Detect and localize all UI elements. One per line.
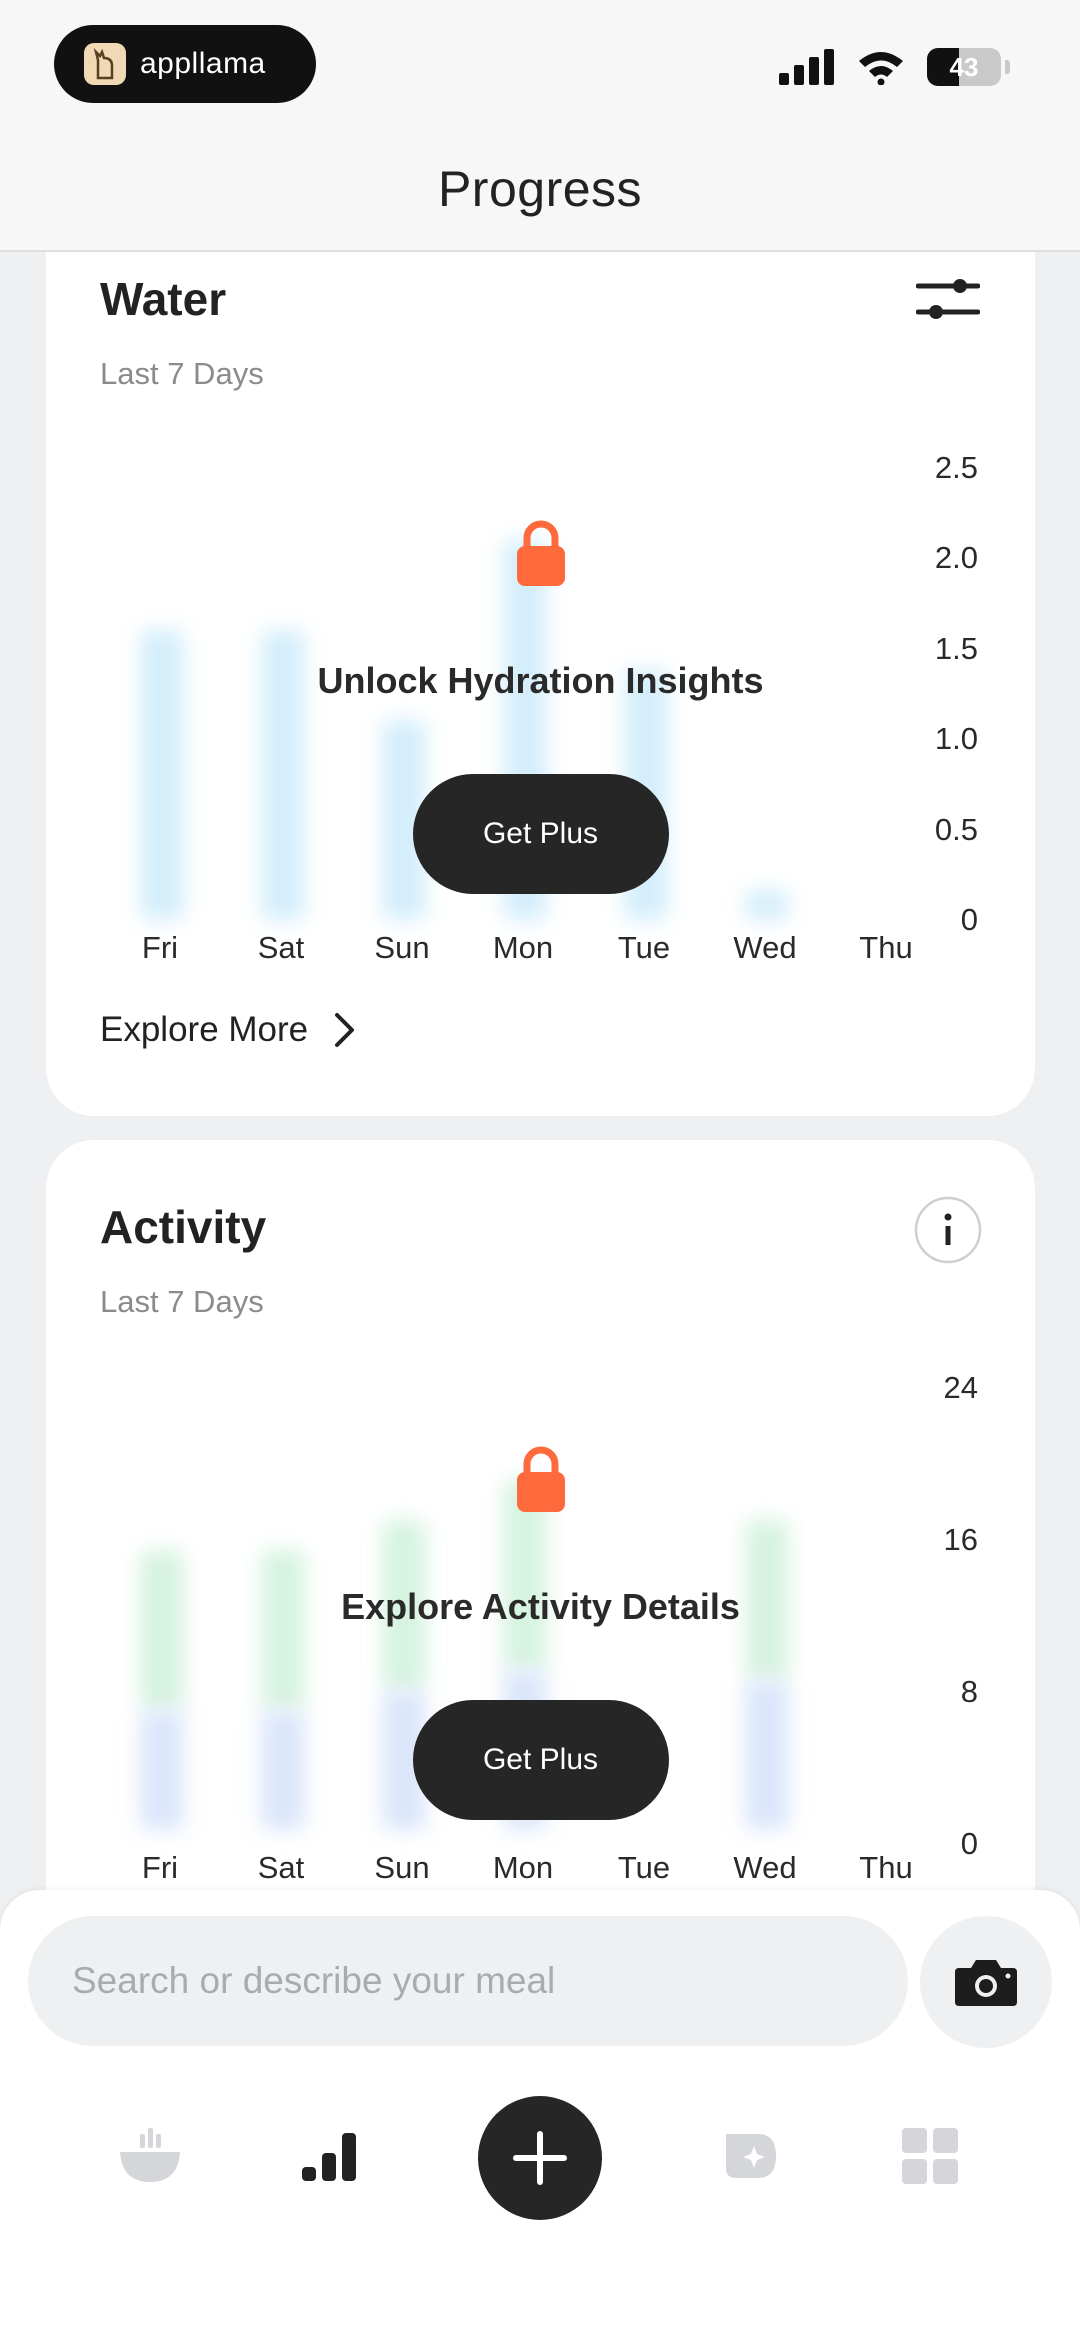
tab-more[interactable] <box>870 2096 990 2216</box>
llama-logo-icon <box>84 43 126 85</box>
water-bar <box>745 890 789 920</box>
lock-icon <box>515 518 567 593</box>
activity-subtitle: Last 7 Days <box>100 1284 264 1319</box>
meal-search-input[interactable]: Search or describe your meal <box>28 1916 908 2046</box>
x-tick: Mon <box>492 1850 554 1885</box>
page-title: Progress <box>437 161 643 217</box>
top-header: appllama 43 Progress <box>0 0 1080 252</box>
tab-coach[interactable] <box>690 2096 810 2216</box>
x-tick: Fri <box>141 930 179 965</box>
x-tick: Wed <box>733 1850 797 1885</box>
activity-get-plus-button[interactable]: Get Plus <box>412 1700 669 1820</box>
tab-meals[interactable] <box>90 2096 210 2216</box>
y-tick: 8 <box>960 1674 978 1709</box>
x-tick: Sat <box>257 1850 305 1885</box>
water-subtitle: Last 7 Days <box>100 356 264 391</box>
y-tick: 1.0 <box>934 721 978 756</box>
y-tick: 16 <box>943 1522 978 1557</box>
x-tick: Mon <box>492 930 554 965</box>
tab-bar <box>0 2096 1080 2226</box>
battery-level: 43 <box>949 51 979 82</box>
wifi-icon <box>859 52 903 85</box>
signal-icon <box>779 49 834 85</box>
x-tick: Sun <box>374 1850 430 1885</box>
activity-bar <box>261 1550 305 1710</box>
sparkle-badge-icon <box>726 2134 776 2178</box>
activity-title: Activity <box>100 1201 267 1253</box>
bowl-icon <box>120 2128 180 2182</box>
activity-locked-title: Explore Activity Details <box>341 1586 740 1627</box>
activity-bar <box>261 1710 305 1830</box>
x-tick: Sat <box>257 930 305 965</box>
water-get-plus-button[interactable]: Get Plus <box>412 774 669 894</box>
y-tick: 24 <box>943 1370 978 1405</box>
y-tick: 0 <box>960 1826 978 1861</box>
y-tick: 2.0 <box>934 540 978 575</box>
battery-icon: 43 <box>927 48 1001 86</box>
grid-icon <box>902 2128 958 2184</box>
x-tick: Thu <box>859 1850 913 1885</box>
y-tick: 2.5 <box>934 450 978 485</box>
water-card: Water Last 7 Days 2.5 2.0 1.5 1.0 0.5 0 … <box>46 200 1035 1116</box>
add-button[interactable] <box>478 2096 602 2220</box>
x-tick: Tue <box>617 930 671 965</box>
y-tick: 0 <box>960 902 978 937</box>
tab-progress[interactable] <box>270 2096 390 2216</box>
status-icons: 43 <box>779 48 1010 86</box>
plus-icon <box>513 2131 567 2185</box>
camera-icon <box>955 1960 1017 2006</box>
info-icon[interactable] <box>914 1196 982 1269</box>
activity-bar <box>140 1550 184 1710</box>
x-tick: Wed <box>733 930 797 965</box>
bar-chart-icon <box>302 2133 356 2181</box>
x-tick: Sun <box>374 930 430 965</box>
water-title: Water <box>100 273 227 325</box>
x-tick: Thu <box>859 930 913 965</box>
camera-button[interactable] <box>920 1916 1052 2048</box>
lock-icon <box>515 1444 567 1519</box>
y-tick: 0.5 <box>934 812 978 847</box>
x-tick: Tue <box>617 1850 671 1885</box>
chevron-right-icon <box>335 1013 355 1047</box>
filter-sliders-icon[interactable] <box>915 276 981 327</box>
brand-name: appllama <box>140 47 266 80</box>
x-tick: Fri <box>141 1850 179 1885</box>
app-pill[interactable]: appllama <box>54 25 316 103</box>
bottom-bar: Search or describe your meal <box>0 1890 1080 2337</box>
activity-bar <box>745 1680 789 1830</box>
explore-more-label: Explore More <box>100 1010 309 1049</box>
explore-more-link[interactable]: Explore More <box>100 1010 356 1050</box>
activity-bar <box>140 1710 184 1830</box>
water-locked-title: Unlock Hydration Insights <box>317 660 764 701</box>
